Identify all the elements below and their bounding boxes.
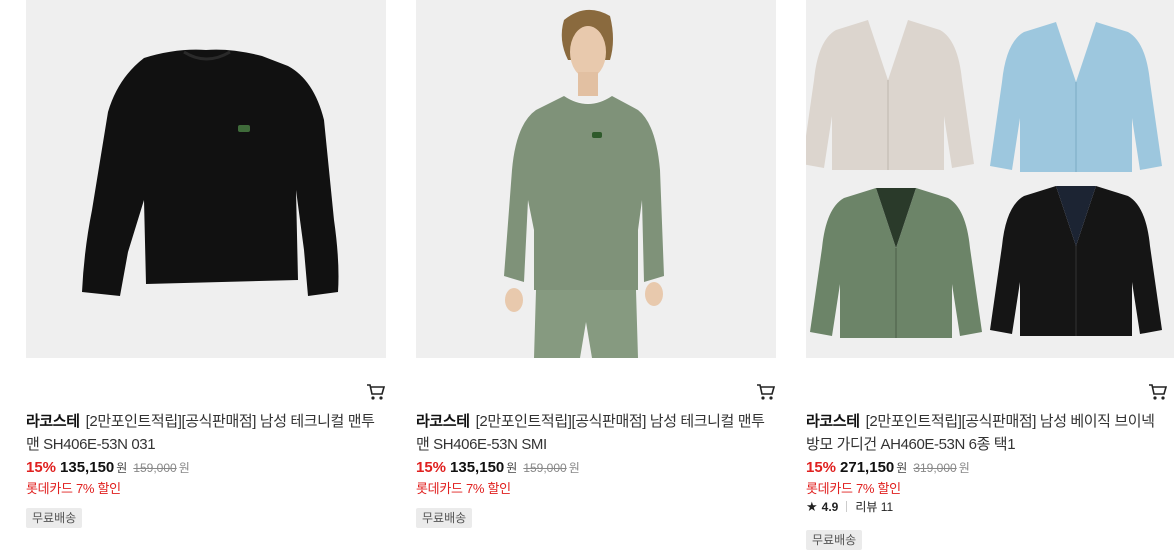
original-currency-unit: 원	[958, 461, 970, 475]
card-discount-promo: 롯데카드 7% 할인	[806, 481, 901, 496]
product-brand: 라코스테	[26, 413, 80, 430]
original-price: 159,000	[133, 461, 177, 475]
black-crewneck-sweater-image	[26, 0, 386, 358]
discount-rate: 15%	[26, 459, 57, 476]
product-image[interactable]	[806, 0, 1174, 358]
model-green-sweatshirt-image	[416, 0, 776, 358]
currency-unit: 원	[116, 461, 128, 475]
currency-unit: 원	[896, 461, 908, 475]
original-price: 159,000	[523, 461, 567, 475]
divider	[846, 501, 848, 512]
sale-price: 135,150	[450, 459, 505, 476]
free-shipping-badge: 무료배송	[26, 508, 83, 528]
product-brand: 라코스테	[806, 413, 860, 430]
product-title[interactable]: 라코스테 [2만포인트적립][공식판매점] 남성 베이직 브이넥 방모 가디건 A…	[806, 410, 1166, 456]
price-line: 15% 135,150 원 159,000 원	[26, 458, 190, 478]
sale-price: 271,150	[840, 459, 895, 476]
add-to-cart-button[interactable]	[1148, 382, 1168, 402]
card-discount-promo: 롯데카드 7% 할인	[416, 481, 511, 496]
currency-unit: 원	[506, 461, 518, 475]
original-currency-unit: 원	[568, 461, 580, 475]
add-to-cart-button[interactable]	[756, 382, 776, 402]
free-shipping-badge: 무료배송	[806, 530, 863, 550]
price-line: 15% 135,150 원 159,000 원	[416, 458, 580, 478]
four-cardigans-grid-image	[806, 0, 1174, 358]
product-title[interactable]: 라코스테 [2만포인트적립][공식판매점] 남성 테크니컬 맨투맨 SH406E-…	[26, 410, 386, 456]
star-icon: ★	[806, 499, 818, 514]
original-currency-unit: 원	[178, 461, 190, 475]
cart-icon	[757, 384, 776, 400]
discount-rate: 15%	[806, 459, 837, 476]
sale-price: 135,150	[60, 459, 115, 476]
free-shipping-badge: 무료배송	[416, 508, 473, 528]
product-image[interactable]	[26, 0, 386, 358]
product-brand: 라코스테	[416, 413, 470, 430]
discount-rate: 15%	[416, 459, 447, 476]
price-line: 15% 271,150 원 319,000 원	[806, 458, 970, 478]
product-image[interactable]	[416, 0, 776, 358]
cart-icon	[367, 384, 386, 400]
rating-row: ★ 4.9 리뷰 11	[806, 498, 893, 515]
add-to-cart-button[interactable]	[366, 382, 386, 402]
card-discount-promo: 롯데카드 7% 할인	[26, 481, 121, 496]
original-price: 319,000	[913, 461, 957, 475]
product-title[interactable]: 라코스테 [2만포인트적립][공식판매점] 남성 테크니컬 맨투맨 SH406E-…	[416, 410, 776, 456]
rating-score: 4.9	[821, 500, 839, 514]
review-count[interactable]: 리뷰 11	[855, 500, 893, 514]
cart-icon	[1149, 384, 1168, 400]
